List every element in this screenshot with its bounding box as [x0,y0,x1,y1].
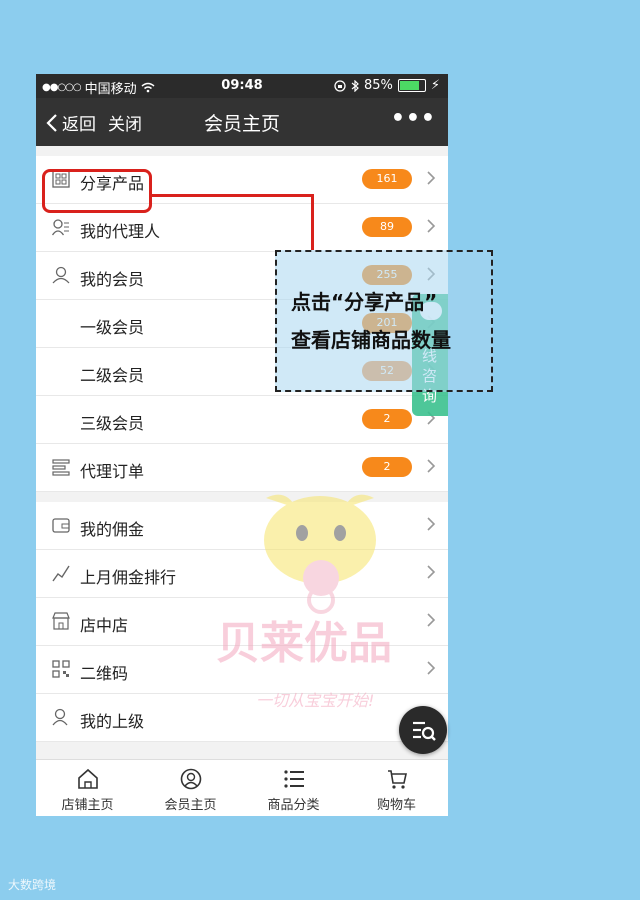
tab-label: 商品分类 [267,798,320,813]
page-title: 会员主页 [203,113,280,135]
menu-label: 三级会员 [80,414,145,433]
svg-text:贝莱优品: 贝莱优品 [216,618,392,669]
tab-categories[interactable]: 商品分类 [242,760,345,816]
bluetooth-icon [351,79,359,92]
agent-icon [52,219,69,236]
more-dots-icon[interactable]: ••• [391,106,436,131]
tab-cart[interactable]: 购物车 [345,760,448,816]
callout-line1: 点击“分享产品” [291,290,438,314]
menu-label: 代理订单 [80,462,145,481]
cart-icon [387,770,407,789]
connector-line [152,194,314,197]
order-list-icon [52,459,70,476]
home-icon [77,768,98,789]
member-icon [180,768,201,790]
menu-label: 我的代理人 [80,222,161,241]
rotation-lock-icon [334,79,346,92]
tab-label: 购物车 [376,798,416,813]
user-icon [52,266,70,284]
charging-icon: ⚡ [430,78,440,93]
bottom-tab-bar: 店铺主页 会员主页 商品分类 购物车 [36,759,448,816]
count-badge: 89 [362,217,412,237]
menu-item-level3-members[interactable]: 三级会员 2 [36,396,448,444]
menu-label: 上月佣金排行 [80,568,177,587]
floating-search-button[interactable] [399,706,447,754]
search-list-icon [413,721,436,741]
menu-label: 一级会员 [80,318,145,337]
menu-label: 我的上级 [80,712,145,731]
brand-watermark: 贝莱优品 一切从宝宝开始! [216,494,392,710]
nav-bar: 返回 关闭 会员主页 ••• [36,98,448,146]
menu-label: 我的会员 [80,270,145,289]
chevron-right-icon [427,171,436,185]
trend-icon [52,565,70,582]
callout-line2: 查看店铺商品数量 [291,328,451,352]
tab-shop-home[interactable]: 店铺主页 [36,760,139,816]
connector-line [311,194,314,250]
category-icon [283,770,304,788]
count-badge: 2 [362,409,412,429]
tab-label: 店铺主页 [61,798,114,813]
annotation-callout: 点击“分享产品” 查看店铺商品数量 [275,250,493,392]
count-badge: 2 [362,457,412,477]
tab-label: 会员主页 [164,798,217,813]
battery-icon [397,79,426,92]
chevron-right-icon [427,219,436,233]
chevron-right-icon [427,459,436,473]
shop-icon [52,612,70,630]
superior-icon [52,708,68,726]
corner-watermark: 大数跨境 [8,878,57,892]
highlight-box [42,169,152,213]
count-badge: 161 [362,169,412,189]
menu-label: 店中店 [80,616,129,635]
menu-label: 二维码 [80,664,129,683]
menu-label: 二级会员 [80,366,145,385]
svg-text:一切从宝宝开始!: 一切从宝宝开始! [256,691,374,710]
tab-member-home[interactable]: 会员主页 [139,760,242,816]
qr-icon [52,660,70,678]
battery-percent: 85% [363,78,393,93]
wallet-icon [52,518,70,533]
status-bar: ●●○○○ 中国移动 09:48 85% ⚡ [36,74,448,98]
menu-label: 我的佣金 [80,520,145,539]
